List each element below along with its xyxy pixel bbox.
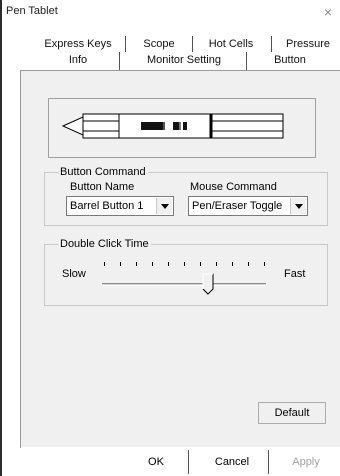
slider-tick: [184, 262, 185, 266]
slider-tick: [264, 262, 265, 266]
double-click-time-label: Double Click Time: [58, 238, 151, 250]
tab-pressure[interactable]: Pressure: [276, 38, 340, 50]
chevron-down-icon[interactable]: [156, 198, 172, 214]
tab-info[interactable]: Info: [34, 54, 122, 66]
close-icon[interactable]: ×: [320, 2, 336, 22]
tab-hot-cells[interactable]: Hot Cells: [196, 38, 266, 50]
slider-tick: [216, 262, 217, 266]
slow-label: Slow: [62, 268, 86, 280]
button-name-dropdown[interactable]: Barrel Button 1: [66, 196, 174, 216]
slider-tick: [136, 262, 137, 266]
tab-strip: Express Keys Scope Hot Cells Pressure In…: [0, 36, 340, 72]
button-command-label: Button Command: [58, 166, 148, 178]
mouse-command-value: Pen/Eraser Toggle: [192, 200, 283, 212]
pen-tablet-dialog: Pen Tablet × Express Keys Scope Hot Cell…: [0, 0, 340, 476]
button-separator: [188, 450, 189, 474]
mouse-command-dropdown[interactable]: Pen/Eraser Toggle: [188, 196, 308, 216]
chevron-down-icon[interactable]: [290, 198, 306, 214]
tab-separator: [271, 36, 272, 52]
tab-button[interactable]: Button: [252, 54, 328, 66]
double-click-slider-track[interactable]: [102, 283, 266, 286]
slider-tick: [152, 262, 153, 266]
tab-separator: [119, 52, 120, 70]
button-separator: [268, 450, 269, 474]
button-name-label: Button Name: [70, 181, 135, 193]
slider-tick: [104, 262, 105, 266]
pen-diagram-frame: [48, 98, 316, 158]
title-bar[interactable]: Pen Tablet ×: [2, 0, 340, 24]
tab-scope[interactable]: Scope: [128, 38, 190, 50]
apply-button[interactable]: Apply: [276, 451, 336, 473]
tab-monitor-setting[interactable]: Monitor Setting: [124, 54, 244, 66]
slider-tick: [168, 262, 169, 266]
slider-tick: [200, 262, 201, 266]
default-button[interactable]: Default: [258, 402, 326, 424]
fast-label: Fast: [284, 268, 306, 280]
tab-separator: [125, 36, 126, 52]
double-click-slider-thumb[interactable]: [202, 273, 214, 295]
window-title: Pen Tablet: [6, 5, 58, 17]
mouse-command-label: Mouse Command: [190, 181, 277, 193]
tab-separator: [192, 36, 193, 52]
slider-tick: [120, 262, 121, 266]
pen-illustration-icon: [61, 113, 284, 139]
cancel-button[interactable]: Cancel: [198, 451, 266, 473]
tab-express-keys[interactable]: Express Keys: [34, 38, 122, 50]
tab-separator: [246, 52, 247, 70]
button-name-value: Barrel Button 1: [70, 200, 144, 212]
ok-button[interactable]: OK: [124, 451, 188, 473]
slider-tick: [248, 262, 249, 266]
slider-tick: [232, 262, 233, 266]
